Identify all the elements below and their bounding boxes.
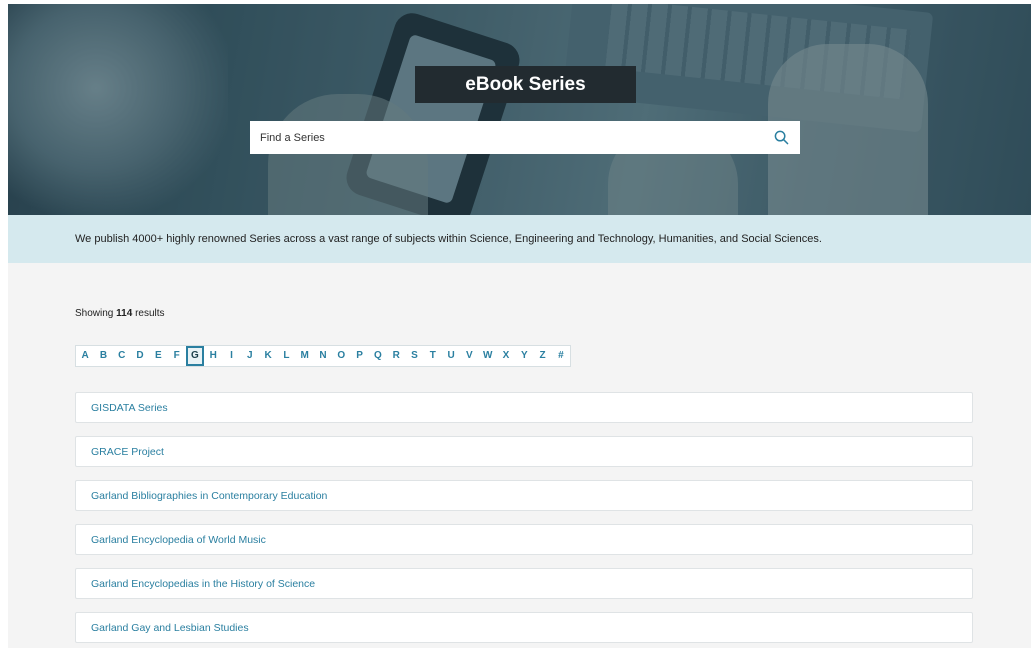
alphabet-letter-c[interactable]: C <box>113 346 131 366</box>
intro-text: We publish 4000+ highly renowned Series … <box>75 233 822 245</box>
series-item[interactable]: GRACE Project <box>75 436 973 467</box>
alphabet-letter-v[interactable]: V <box>460 346 478 366</box>
series-item[interactable]: Garland Bibliographies in Contemporary E… <box>75 480 973 511</box>
alphabet-letter-e[interactable]: E <box>149 346 167 366</box>
series-item[interactable]: Garland Gay and Lesbian Studies <box>75 612 973 643</box>
results-count: Showing 114 results <box>75 308 165 319</box>
series-list: GISDATA Series GRACE Project Garland Bibli… <box>75 392 973 648</box>
series-item[interactable]: GISDATA Series <box>75 392 973 423</box>
series-item-label: Garland Gay and Lesbian Studies <box>91 621 249 634</box>
alphabet-letter-i[interactable]: I <box>222 346 240 366</box>
alphabet-letter-q[interactable]: Q <box>369 346 387 366</box>
results-prefix: Showing <box>75 308 114 319</box>
alphabet-letter-r[interactable]: R <box>387 346 405 366</box>
series-search <box>250 121 800 154</box>
intro-band: We publish 4000+ highly renowned Series … <box>8 215 1031 263</box>
alphabet-letter-f[interactable]: F <box>167 346 185 366</box>
alphabet-letter-hash[interactable]: # <box>552 346 570 366</box>
alphabet-letter-h[interactable]: H <box>204 346 222 366</box>
search-input[interactable] <box>260 131 772 144</box>
series-item-label: GISDATA Series <box>91 401 168 414</box>
alphabet-letter-y[interactable]: Y <box>515 346 533 366</box>
hero-tint <box>8 4 1031 215</box>
alphabet-letter-n[interactable]: N <box>314 346 332 366</box>
series-item-label: Garland Encyclopedias in the History of … <box>91 577 316 590</box>
alphabet-letter-j[interactable]: J <box>241 346 259 366</box>
alphabet-letter-a[interactable]: A <box>76 346 94 366</box>
results-number: 114 <box>116 308 133 319</box>
alphabet-letter-u[interactable]: U <box>442 346 460 366</box>
series-item[interactable]: Garland Encyclopedia of World Music <box>75 524 973 555</box>
alphabet-letter-s[interactable]: S <box>405 346 423 366</box>
alphabet-letter-w[interactable]: W <box>479 346 497 366</box>
alphabet-letter-o[interactable]: O <box>332 346 350 366</box>
series-item-label: Garland Bibliographies in Contemporary E… <box>91 489 328 502</box>
series-item[interactable]: Garland Encyclopedias in the History of … <box>75 568 973 599</box>
search-icon[interactable] <box>772 129 790 147</box>
series-item-label: GRACE Project <box>91 445 164 458</box>
series-item-label: Garland Encyclopedia of World Music <box>91 533 266 546</box>
alphabet-letter-l[interactable]: L <box>277 346 295 366</box>
alphabet-letter-m[interactable]: M <box>296 346 314 366</box>
alphabet-letter-t[interactable]: T <box>424 346 442 366</box>
alphabet-letter-z[interactable]: Z <box>533 346 551 366</box>
alphabet-letter-x[interactable]: X <box>497 346 515 366</box>
alphabet-letter-d[interactable]: D <box>131 346 149 366</box>
results-suffix: results <box>135 308 165 319</box>
alphabet-letter-k[interactable]: K <box>259 346 277 366</box>
alphabet-letter-p[interactable]: P <box>350 346 368 366</box>
page: eBook Series We publish 4000+ highly ren… <box>8 4 1031 648</box>
alphabet-letter-b[interactable]: B <box>94 346 112 366</box>
alphabet-filter: A B C D E F G H I J K L M N O P Q R S T U V W X Y Z # <box>75 345 572 367</box>
alphabet-letter-g[interactable]: G <box>185 346 205 366</box>
hero-banner: eBook Series <box>8 4 1031 215</box>
page-title: eBook Series <box>415 66 636 103</box>
